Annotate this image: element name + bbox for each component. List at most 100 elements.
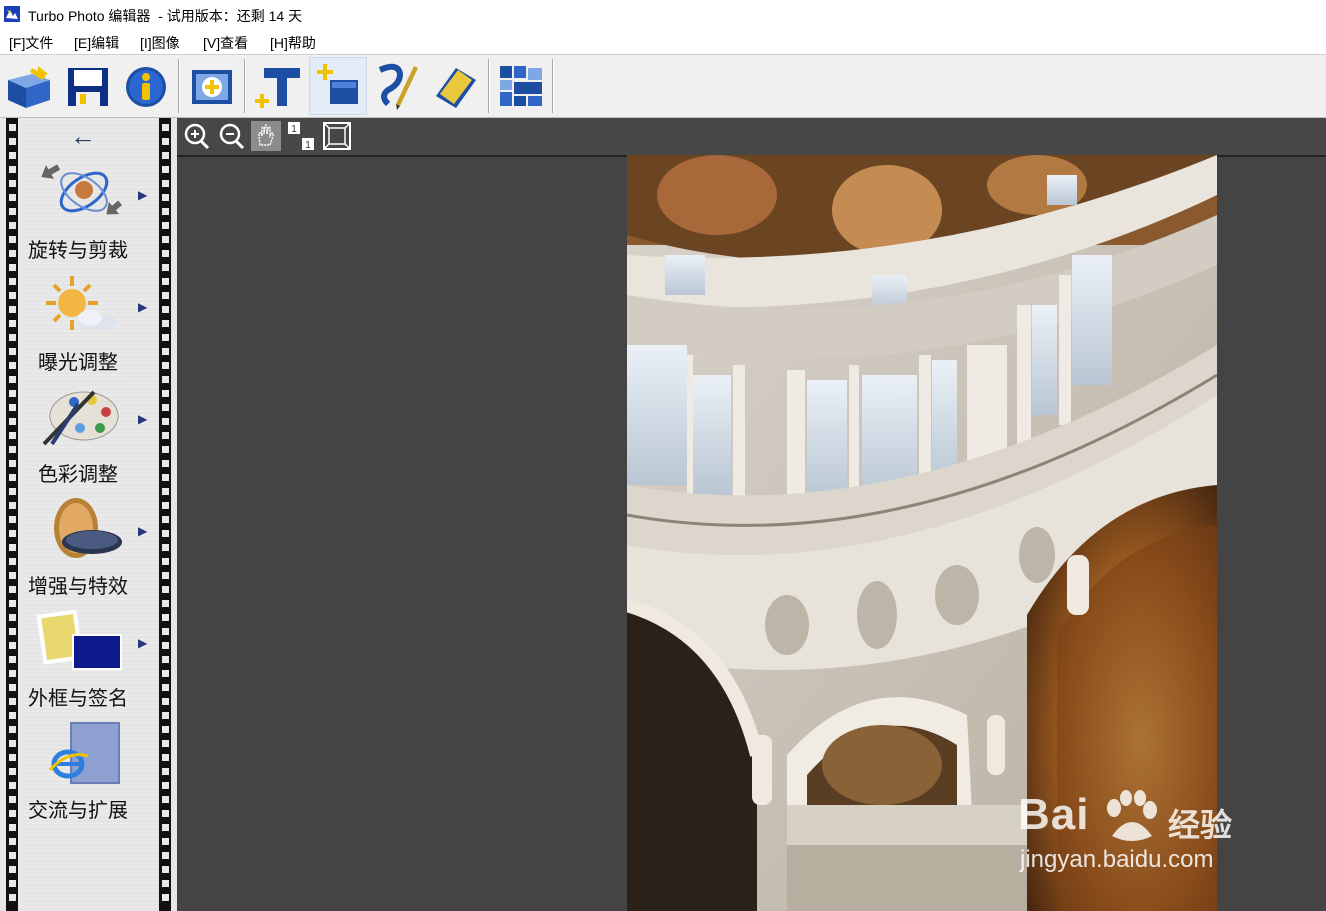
add-text-button[interactable]	[250, 58, 306, 114]
menu-help[interactable]: [H]帮助	[270, 33, 316, 53]
expand-arrow-icon[interactable]: ▶	[138, 188, 147, 202]
expand-arrow-icon[interactable]: ▶	[138, 300, 147, 314]
film-hole	[9, 838, 16, 845]
film-hole	[9, 586, 16, 593]
film-hole	[162, 572, 169, 579]
film-hole	[162, 166, 169, 173]
svg-text:1: 1	[291, 124, 297, 135]
brush-button[interactable]	[370, 58, 426, 114]
film-hole	[9, 852, 16, 859]
film-hole	[9, 558, 16, 565]
menu-edit[interactable]: [E]编辑	[74, 33, 119, 53]
film-hole	[162, 432, 169, 439]
pan-hand-button[interactable]	[251, 121, 281, 151]
tool-rotate-crop[interactable]: ▶ 旋转与剪裁	[20, 160, 158, 270]
add-photo-button[interactable]	[184, 58, 240, 114]
frame-signature-icon	[34, 608, 124, 672]
film-hole	[9, 418, 16, 425]
tool-frame-signature[interactable]: ▶ 外框与签名	[20, 608, 158, 718]
film-hole	[162, 418, 169, 425]
eraser-button[interactable]	[428, 58, 484, 114]
film-hole	[9, 194, 16, 201]
brush-icon	[378, 63, 418, 110]
tool-label: 色彩调整	[38, 464, 118, 486]
add-layer-icon	[317, 64, 358, 104]
tool-enhance-effects[interactable]: ▶ 增强与特效	[20, 496, 158, 606]
toolbar-separator	[488, 59, 490, 113]
menu-image[interactable]: [I]图像	[140, 33, 180, 53]
film-hole	[9, 138, 16, 145]
info-button[interactable]	[118, 58, 174, 114]
film-hole	[9, 236, 16, 243]
film-hole	[162, 880, 169, 887]
tool-label: 曝光调整	[38, 352, 118, 374]
film-hole	[9, 572, 16, 579]
film-hole	[162, 698, 169, 705]
menu-file[interactable]: [F]文件	[9, 33, 53, 53]
expand-arrow-icon[interactable]: ▶	[138, 412, 147, 426]
film-hole	[162, 474, 169, 481]
film-hole	[9, 544, 16, 551]
film-hole	[9, 362, 16, 369]
batch-button[interactable]	[494, 58, 550, 114]
film-hole	[162, 586, 169, 593]
film-hole	[9, 740, 16, 747]
zoom-in-button[interactable]	[181, 121, 211, 151]
menu-view[interactable]: [V]查看	[203, 33, 248, 53]
actual-size-button[interactable]: 1 1	[286, 121, 316, 151]
film-hole	[162, 782, 169, 789]
film-hole	[162, 208, 169, 215]
film-hole	[9, 600, 16, 607]
film-hole	[9, 642, 16, 649]
save-button[interactable]	[60, 58, 116, 114]
film-hole	[9, 348, 16, 355]
exposure-icon	[34, 272, 124, 336]
film-hole	[162, 460, 169, 467]
film-strip-right	[159, 118, 171, 911]
film-hole	[9, 614, 16, 621]
lens-filter-icon	[34, 496, 124, 560]
film-hole	[9, 292, 16, 299]
add-text-icon	[255, 68, 300, 108]
film-hole	[162, 376, 169, 383]
tool-exposure[interactable]: ▶ 曝光调整	[20, 272, 158, 382]
title-bar: Turbo Photo 编辑器 - 试用版本：还剩 14 天	[0, 0, 1326, 30]
film-hole	[162, 684, 169, 691]
film-hole	[162, 152, 169, 159]
film-hole	[9, 404, 16, 411]
tool-label: 外框与签名	[28, 688, 128, 710]
film-hole	[9, 432, 16, 439]
film-hole	[162, 614, 169, 621]
film-hole	[162, 138, 169, 145]
film-hole	[9, 880, 16, 887]
film-hole	[162, 642, 169, 649]
add-layer-button[interactable]	[309, 57, 367, 115]
film-hole	[162, 306, 169, 313]
zoom-out-icon	[219, 123, 245, 150]
film-hole	[162, 670, 169, 677]
fit-window-button[interactable]	[322, 121, 352, 151]
open-button[interactable]	[2, 58, 58, 114]
film-hole	[9, 460, 16, 467]
film-hole	[9, 712, 16, 719]
film-hole	[9, 530, 16, 537]
film-hole	[162, 516, 169, 523]
film-hole	[9, 810, 16, 817]
film-hole	[9, 628, 16, 635]
film-hole	[162, 894, 169, 901]
film-hole	[9, 222, 16, 229]
tool-share-extend[interactable]: 交流与扩展	[20, 720, 158, 830]
view-toolbar: 1 1	[177, 118, 1326, 157]
film-hole	[162, 558, 169, 565]
film-hole	[9, 754, 16, 761]
film-hole	[9, 656, 16, 663]
tool-color[interactable]: ▶ 色彩调整	[20, 384, 158, 494]
back-arrow-icon[interactable]: ←	[70, 123, 96, 149]
film-hole	[9, 278, 16, 285]
watermark-url: jingyan.baidu.com	[1020, 846, 1214, 873]
film-hole	[162, 362, 169, 369]
zoom-out-button[interactable]	[216, 121, 246, 151]
expand-arrow-icon[interactable]: ▶	[138, 524, 147, 538]
expand-arrow-icon[interactable]: ▶	[138, 636, 147, 650]
info-icon	[126, 67, 166, 107]
